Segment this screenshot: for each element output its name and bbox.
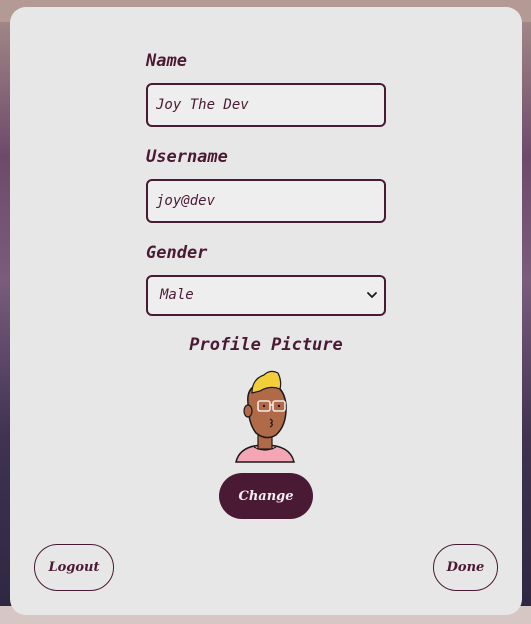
name-input[interactable] xyxy=(146,83,386,127)
name-label: Name xyxy=(146,51,187,71)
avatar xyxy=(235,370,295,463)
username-input[interactable] xyxy=(146,179,386,223)
profile-picture-title: Profile Picture xyxy=(189,335,343,355)
done-button[interactable]: Done xyxy=(433,544,498,591)
username-label: Username xyxy=(146,147,228,167)
profile-edit-modal: Name Username Gender Male Profile Pictur… xyxy=(10,7,522,615)
logout-button[interactable]: Logout xyxy=(34,544,114,591)
chevron-down-icon xyxy=(367,292,377,298)
gender-label: Gender xyxy=(146,243,208,263)
gender-select[interactable]: Male xyxy=(146,275,386,316)
change-picture-button[interactable]: Change xyxy=(219,473,313,519)
gender-select-value: Male xyxy=(160,287,194,303)
